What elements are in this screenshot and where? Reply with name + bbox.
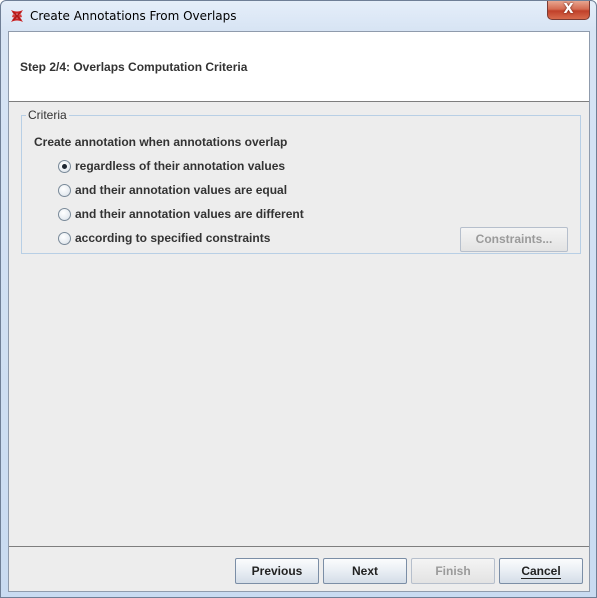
finish-button[interactable]: Finish: [411, 558, 495, 584]
wizard-content: Step 2/4: Overlaps Computation Criteria …: [8, 31, 590, 592]
radio-unselected-icon[interactable]: [58, 232, 71, 245]
radio-unselected-icon[interactable]: [58, 208, 71, 221]
cancel-button[interactable]: Cancel: [499, 558, 583, 584]
close-icon: X: [563, 2, 574, 17]
footer-divider: [9, 546, 589, 547]
radio-unselected-icon[interactable]: [58, 184, 71, 197]
radio-label[interactable]: and their annotation values are equal: [75, 183, 287, 197]
previous-button-label: Previous: [251, 564, 303, 578]
previous-button[interactable]: Previous: [235, 558, 319, 584]
next-button[interactable]: Next: [323, 558, 407, 584]
criteria-panel: Criteria Create annotation when annotati…: [21, 108, 581, 254]
cancel-button-label: Cancel: [521, 564, 561, 579]
dialog-window: Create Annotations From Overlaps X Step …: [0, 0, 597, 598]
window-title: Create Annotations From Overlaps: [30, 9, 237, 23]
wizard-header: Step 2/4: Overlaps Computation Criteria: [9, 32, 589, 102]
step-title: Step 2/4: Overlaps Computation Criteria: [20, 60, 248, 74]
finish-button-label: Finish: [435, 564, 471, 578]
criteria-question: Create annotation when annotations overl…: [34, 135, 288, 149]
radio-selected-icon[interactable]: [58, 160, 71, 173]
next-button-label: Next: [351, 564, 378, 578]
gate-x-icon: [11, 10, 23, 22]
constraints-button[interactable]: Constraints...: [460, 227, 568, 252]
radio-label[interactable]: according to specified constraints: [75, 231, 270, 245]
close-button[interactable]: X: [547, 1, 590, 20]
radio-label[interactable]: regardless of their annotation values: [75, 159, 285, 173]
criteria-legend: Criteria: [26, 108, 69, 122]
title-bar[interactable]: Create Annotations From Overlaps X: [1, 1, 596, 31]
radio-label[interactable]: and their annotation values are differen…: [75, 207, 304, 221]
